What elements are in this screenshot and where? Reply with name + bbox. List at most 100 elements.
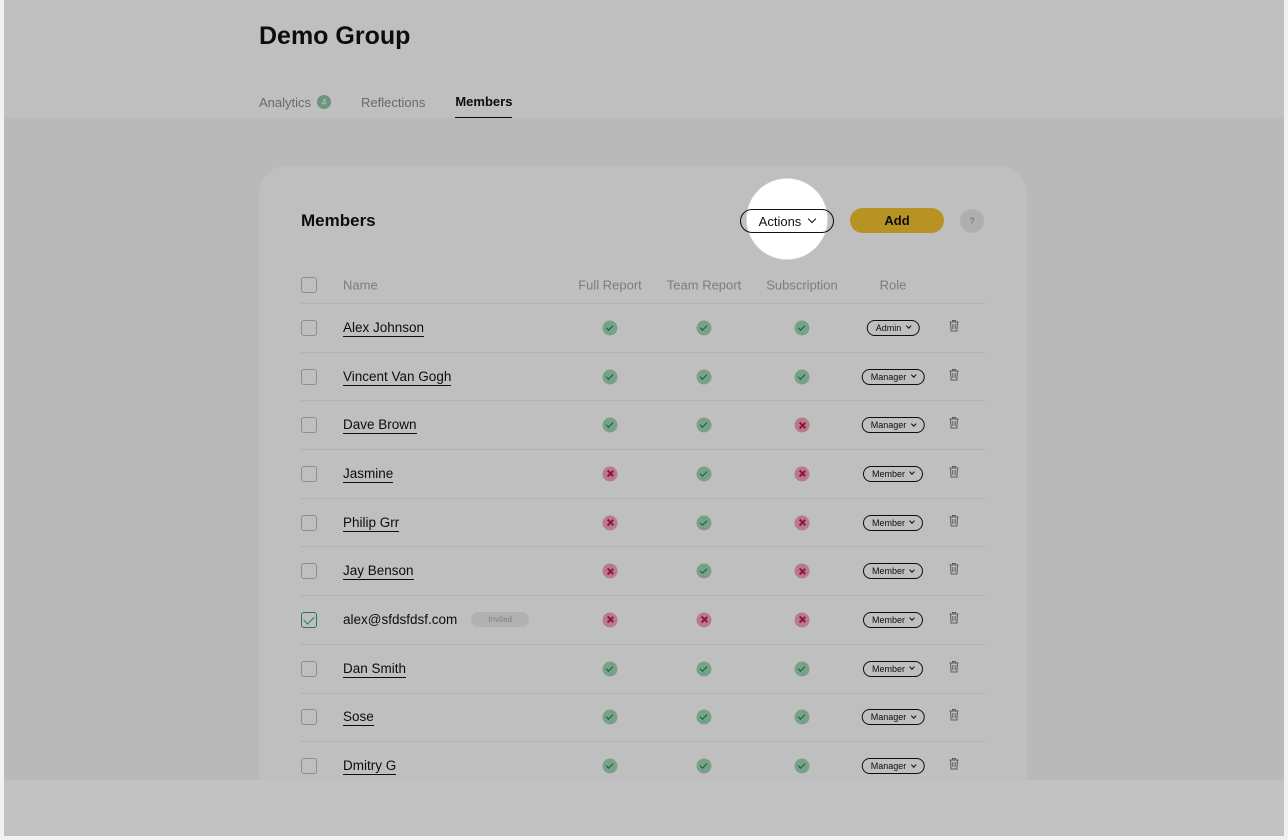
trash-icon[interactable] bbox=[949, 319, 960, 337]
member-name-link[interactable]: Dave Brown bbox=[343, 417, 417, 435]
add-button[interactable]: Add bbox=[850, 208, 944, 233]
chevron-down-icon bbox=[905, 323, 912, 330]
subscription-cell bbox=[794, 758, 810, 774]
delete-cell bbox=[949, 660, 960, 678]
role-dropdown[interactable]: Member bbox=[862, 465, 924, 482]
full-report-cell bbox=[602, 709, 618, 725]
team-report-cell bbox=[696, 563, 712, 579]
column-header-name[interactable]: Name bbox=[343, 277, 378, 292]
role-cell: Member bbox=[862, 514, 924, 531]
role-cell: Manager bbox=[861, 368, 925, 385]
help-button[interactable]: ? bbox=[960, 209, 984, 233]
role-dropdown[interactable]: Member bbox=[862, 660, 924, 677]
overlay-footer bbox=[4, 780, 1284, 836]
trash-icon[interactable] bbox=[949, 611, 960, 629]
role-dropdown[interactable]: Member bbox=[862, 563, 924, 580]
tab-analytics-badge: 4 bbox=[317, 95, 332, 109]
check-icon bbox=[696, 661, 712, 677]
check-icon bbox=[794, 369, 810, 385]
tab-reflections-label: Reflections bbox=[361, 94, 426, 110]
row-checkbox[interactable] bbox=[301, 758, 317, 775]
trash-icon[interactable] bbox=[949, 660, 960, 678]
check-icon bbox=[696, 320, 712, 336]
page-title: Demo Group bbox=[259, 22, 411, 50]
row-select-cell bbox=[301, 368, 317, 385]
role-cell: Manager bbox=[861, 758, 925, 775]
role-dropdown[interactable]: Manager bbox=[861, 709, 925, 726]
chevron-down-icon bbox=[909, 469, 915, 476]
chevron-down-icon bbox=[910, 713, 917, 719]
role-label: Member bbox=[871, 517, 906, 528]
check-icon bbox=[696, 709, 712, 725]
tab-members[interactable]: Members bbox=[455, 94, 513, 118]
full-report-cell bbox=[602, 612, 618, 628]
member-name-link[interactable]: Jasmine bbox=[343, 465, 394, 483]
row-checkbox[interactable] bbox=[301, 563, 317, 580]
trash-icon[interactable] bbox=[949, 416, 960, 434]
check-icon bbox=[794, 661, 810, 677]
tab-members-label: Members bbox=[455, 94, 513, 109]
row-checkbox[interactable] bbox=[301, 514, 317, 531]
role-dropdown[interactable]: Admin bbox=[866, 319, 920, 336]
role-cell: Member bbox=[862, 611, 924, 628]
select-all-checkbox[interactable] bbox=[301, 276, 317, 293]
row-checkbox[interactable] bbox=[301, 417, 317, 434]
actions-button[interactable]: Actions bbox=[740, 209, 834, 233]
check-icon bbox=[602, 417, 618, 433]
role-dropdown[interactable]: Manager bbox=[861, 758, 925, 775]
team-report-cell bbox=[696, 758, 712, 774]
team-report-cell bbox=[696, 612, 712, 628]
member-name-link[interactable]: Dan Smith bbox=[343, 660, 407, 678]
member-name-link[interactable]: Philip Grr bbox=[343, 514, 400, 532]
member-name-link[interactable]: Alex Johnson bbox=[343, 319, 425, 337]
row-checkbox[interactable] bbox=[301, 465, 317, 482]
trash-icon[interactable] bbox=[949, 708, 960, 726]
row-select-cell bbox=[301, 514, 317, 531]
role-dropdown[interactable]: Manager bbox=[861, 368, 925, 385]
cross-icon bbox=[602, 466, 618, 482]
full-report-cell bbox=[602, 515, 618, 531]
full-report-cell bbox=[602, 466, 618, 482]
tab-reflections[interactable]: Reflections bbox=[361, 94, 425, 118]
check-icon bbox=[602, 758, 618, 774]
row-checkbox[interactable] bbox=[301, 368, 317, 385]
table-row: alex@sfdsfdsf.com Invited Member bbox=[301, 596, 985, 645]
role-cell: Member bbox=[862, 660, 924, 677]
check-icon bbox=[696, 466, 712, 482]
role-cell: Manager bbox=[861, 709, 925, 726]
tab-analytics[interactable]: Analytics 4 bbox=[259, 94, 332, 118]
trash-icon[interactable] bbox=[949, 562, 960, 580]
column-header-role: Role bbox=[879, 277, 907, 292]
role-dropdown[interactable]: Member bbox=[862, 611, 924, 628]
member-name-link[interactable]: Jay Benson bbox=[343, 563, 414, 581]
delete-cell bbox=[949, 465, 960, 483]
member-name-link[interactable]: Vincent Van Gogh bbox=[343, 368, 452, 386]
role-label: Member bbox=[871, 468, 906, 479]
member-name-link[interactable]: Sose bbox=[343, 709, 374, 727]
row-checkbox[interactable] bbox=[301, 660, 317, 677]
check-icon bbox=[794, 709, 810, 725]
role-dropdown[interactable]: Member bbox=[862, 514, 924, 531]
row-checkbox[interactable] bbox=[301, 319, 317, 336]
row-checkbox[interactable] bbox=[301, 611, 317, 628]
full-report-cell bbox=[602, 320, 618, 336]
role-label: Manager bbox=[870, 712, 907, 723]
subscription-cell bbox=[794, 369, 810, 385]
check-icon bbox=[602, 709, 618, 725]
role-dropdown[interactable]: Manager bbox=[861, 417, 925, 434]
table-row: Alex Johnson Admin bbox=[301, 304, 985, 353]
check-icon bbox=[602, 320, 618, 336]
member-name-link[interactable]: Dmitry G bbox=[343, 758, 397, 776]
check-icon bbox=[794, 320, 810, 336]
trash-icon[interactable] bbox=[949, 368, 960, 386]
name-cell: Vincent Van Gogh bbox=[343, 368, 452, 386]
subscription-cell bbox=[794, 661, 810, 677]
trash-icon[interactable] bbox=[949, 465, 960, 483]
trash-icon[interactable] bbox=[949, 514, 960, 532]
role-label: Member bbox=[871, 566, 906, 577]
table-row: Philip Grr Member bbox=[301, 499, 985, 548]
row-checkbox[interactable] bbox=[301, 709, 317, 726]
cross-icon bbox=[794, 515, 810, 531]
team-report-cell bbox=[696, 709, 712, 725]
trash-icon[interactable] bbox=[949, 757, 960, 775]
